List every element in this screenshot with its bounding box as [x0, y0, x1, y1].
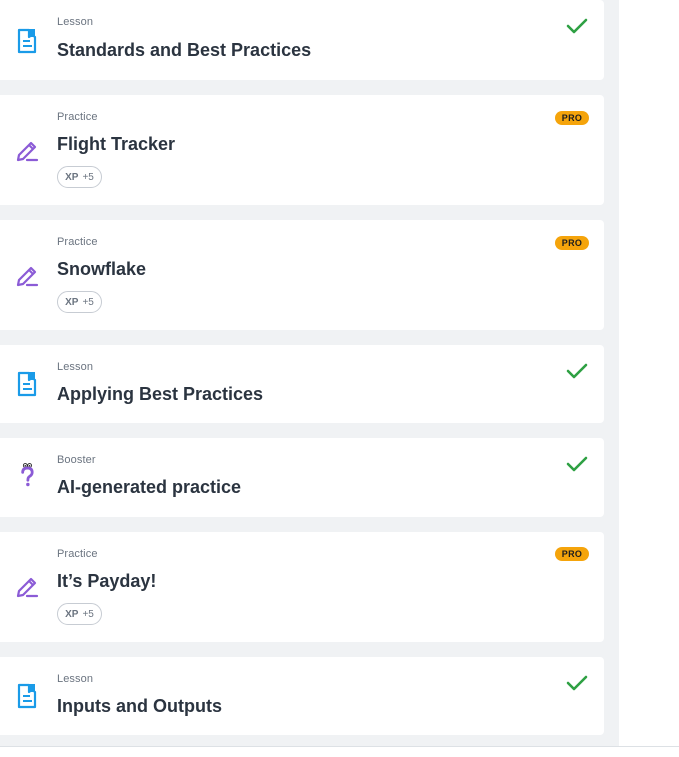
- xp-badge: XP +5: [57, 603, 102, 625]
- xp-badge: XP +5: [57, 291, 102, 313]
- xp-label: XP: [65, 608, 79, 620]
- bottom-divider: [0, 746, 679, 747]
- item-title[interactable]: Snowflake: [57, 259, 146, 280]
- booster-card[interactable]: Booster AI-generated practice: [0, 438, 604, 517]
- item-title[interactable]: It’s Payday!: [57, 571, 156, 592]
- xp-label: XP: [65, 296, 79, 308]
- item-type-label: Booster: [57, 454, 96, 466]
- xp-label: XP: [65, 171, 79, 183]
- practice-card[interactable]: Practice Snowflake PRO XP +5: [0, 220, 604, 330]
- completed-check-icon: [566, 18, 588, 34]
- item-type-label: Lesson: [57, 361, 94, 373]
- item-title[interactable]: Applying Best Practices: [57, 384, 263, 405]
- item-title[interactable]: Standards and Best Practices: [57, 40, 311, 61]
- pro-badge: PRO: [555, 547, 589, 561]
- lesson-card[interactable]: Lesson Standards and Best Practices: [0, 0, 604, 80]
- item-type-label: Lesson: [57, 673, 94, 685]
- item-title[interactable]: Flight Tracker: [57, 134, 175, 155]
- xp-value: +5: [82, 171, 94, 183]
- completed-check-icon: [566, 675, 588, 691]
- pro-badge: PRO: [555, 236, 589, 250]
- completed-check-icon: [566, 363, 588, 379]
- item-title[interactable]: AI-generated practice: [57, 477, 241, 498]
- practice-icon: [16, 266, 39, 287]
- practice-card[interactable]: Practice It’s Payday! PRO XP +5: [0, 532, 604, 642]
- course-content-panel: Lesson Standards and Best Practices Prac…: [0, 0, 619, 746]
- lesson-icon: [17, 371, 37, 397]
- lesson-icon: [17, 28, 37, 54]
- completed-check-icon: [566, 456, 588, 472]
- item-type-label: Practice: [57, 236, 98, 248]
- lesson-card[interactable]: Lesson Applying Best Practices: [0, 345, 604, 423]
- item-type-label: Practice: [57, 111, 98, 123]
- booster-icon: [21, 463, 34, 487]
- item-type-label: Lesson: [57, 16, 94, 28]
- practice-icon: [16, 577, 39, 598]
- lesson-card[interactable]: Lesson Inputs and Outputs: [0, 657, 604, 735]
- lesson-icon: [17, 683, 37, 709]
- xp-value: +5: [82, 608, 94, 620]
- item-type-label: Practice: [57, 548, 98, 560]
- xp-value: +5: [82, 296, 94, 308]
- practice-card[interactable]: Practice Flight Tracker PRO XP +5: [0, 95, 604, 205]
- xp-badge: XP +5: [57, 166, 102, 188]
- pro-badge: PRO: [555, 111, 589, 125]
- practice-icon: [16, 141, 39, 162]
- item-title[interactable]: Inputs and Outputs: [57, 696, 222, 717]
